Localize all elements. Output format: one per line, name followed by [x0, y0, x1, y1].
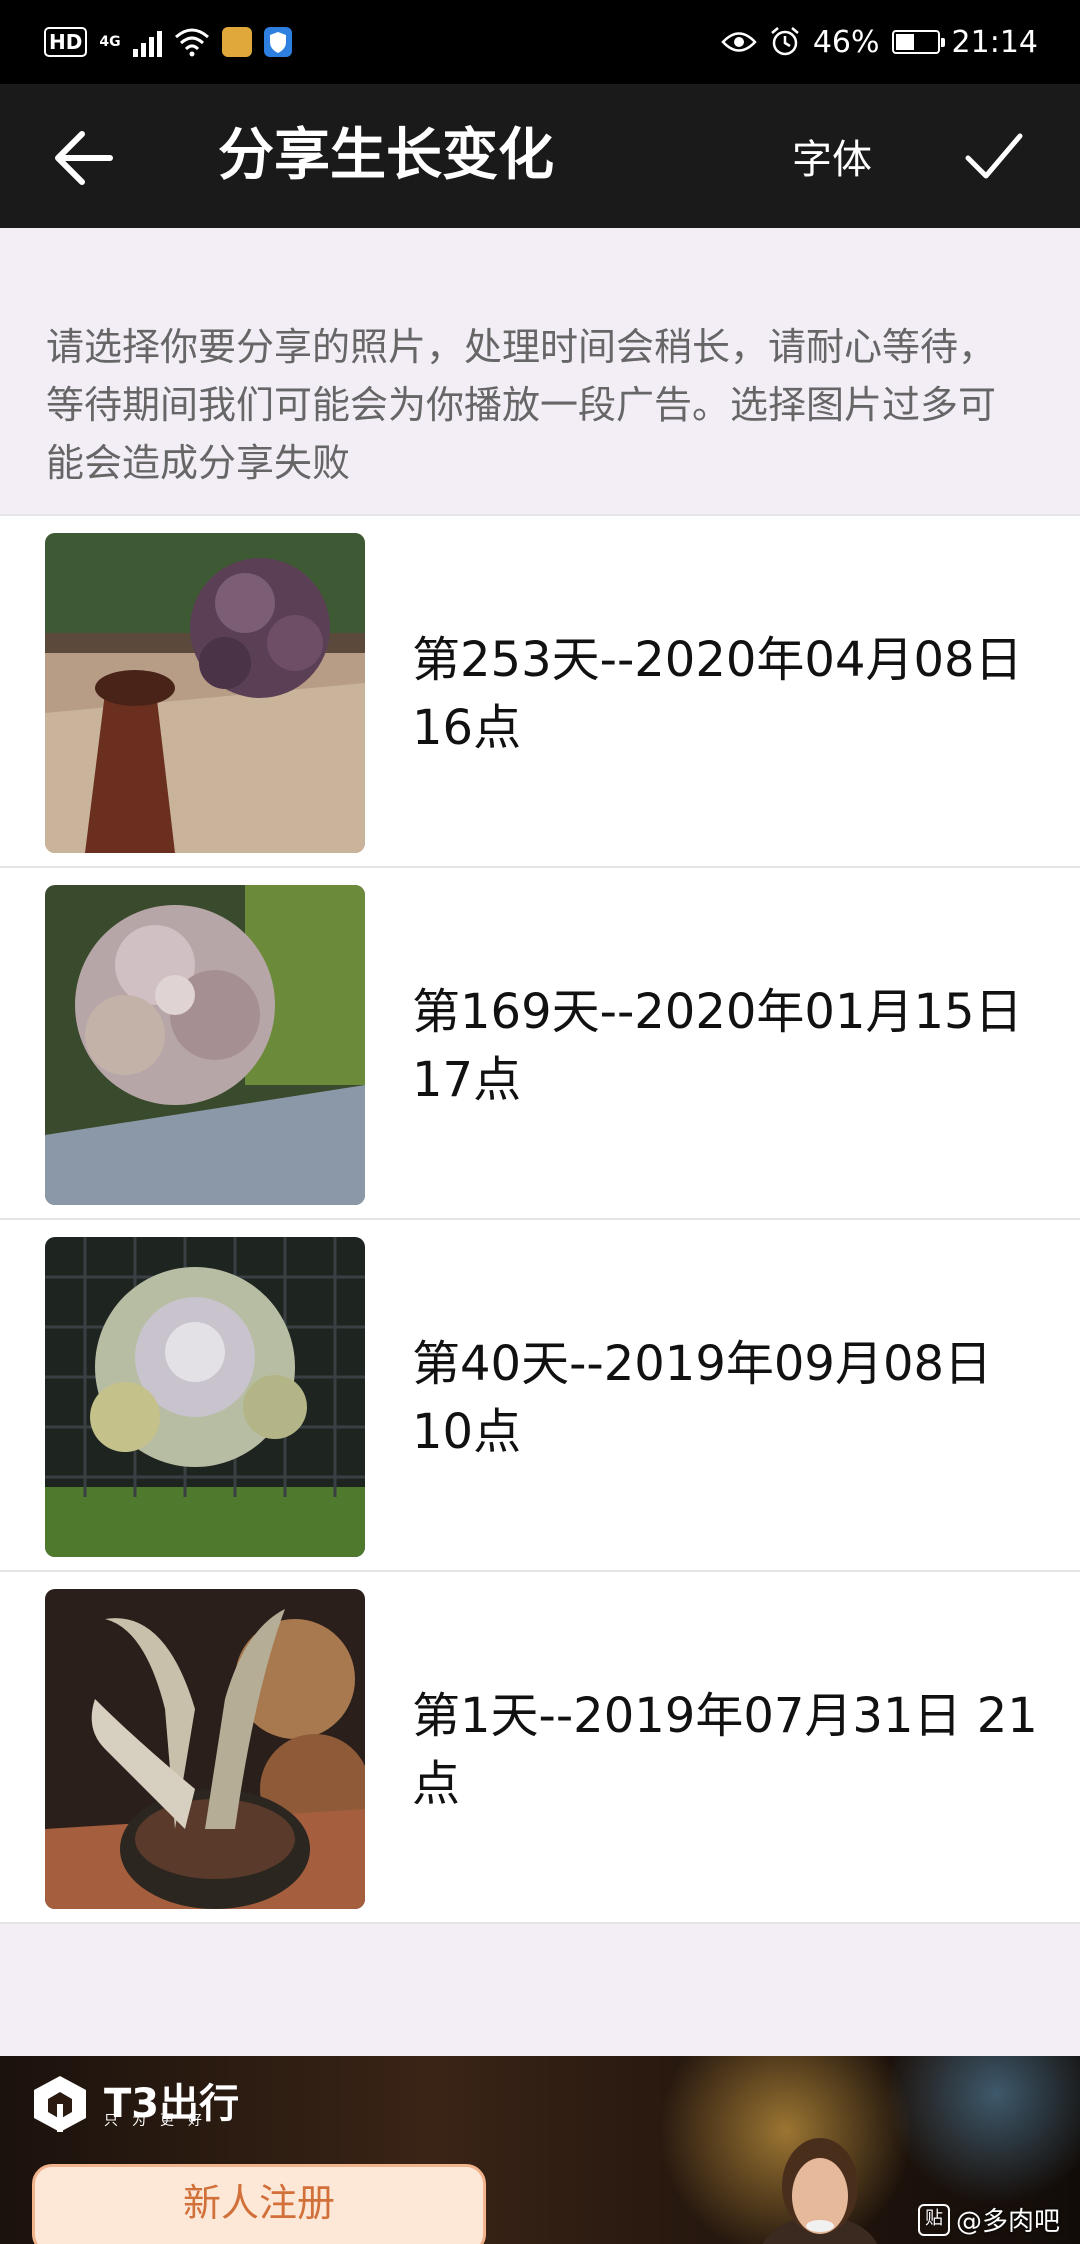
photo-thumbnail[interactable] — [45, 1237, 365, 1557]
photo-caption: 第1天--2019年07月31日 21点 — [412, 1688, 1038, 1812]
watermark: 贴 @多肉吧 — [917, 2201, 1060, 2238]
photo-list-item[interactable]: 第40天--2019年09月08日 10点 — [0, 1220, 1080, 1572]
photo-thumbnail[interactable] — [45, 885, 365, 1205]
back-arrow-icon[interactable] — [52, 128, 116, 188]
photo-caption: 第40天--2019年09月08日 10点 — [412, 1336, 993, 1460]
t3-logo-icon — [34, 2076, 86, 2132]
battery-percent: 46% — [812, 24, 880, 60]
shield-icon — [263, 27, 292, 57]
eye-comfort-icon — [721, 32, 757, 52]
checkmark-icon[interactable] — [964, 128, 1024, 184]
photo-list-item[interactable]: 第169天--2020年01月15日 17点 — [0, 868, 1080, 1220]
photo-thumbnail[interactable] — [45, 1589, 365, 1909]
page-title: 分享生长变化 — [218, 123, 554, 188]
ad-model-image — [762, 2138, 878, 2244]
hd-icon: HD — [44, 27, 88, 57]
status-bar-right: 46% 21:14 — [721, 25, 1038, 60]
photo-thumbnail[interactable] — [45, 533, 365, 853]
new-user-register-button[interactable]: 新人注册 — [32, 2164, 486, 2244]
watermark-text: @多肉吧 — [955, 2207, 1060, 2237]
signal-icon — [132, 27, 162, 57]
app-header: 分享生长变化 字体 — [0, 84, 1080, 228]
tieba-icon: 贴 — [917, 2203, 950, 2236]
photo-list-item[interactable]: 第253天--2020年04月08日 16点 — [0, 516, 1080, 868]
font-button[interactable]: 字体 — [792, 132, 872, 188]
battery-icon — [891, 30, 945, 54]
wifi-icon — [174, 28, 209, 57]
battery-fill — [895, 34, 914, 50]
status-bar-left: HD 4G — [44, 27, 292, 57]
ad-banner[interactable]: T3出行 只为更好 新人注册 贴 @多肉吧 — [0, 2056, 1080, 2244]
network-type-label: 4G — [99, 34, 121, 50]
photo-list: 第253天--2020年04月08日 16点 第169天--2020年01月15… — [0, 514, 1080, 1924]
status-bar: HD 4G 46% 21:14 — [0, 0, 1080, 84]
app-notification-icon — [221, 27, 252, 57]
clock: 21:14 — [951, 24, 1038, 60]
photo-list-item[interactable]: 第1天--2019年07月31日 21点 — [0, 1572, 1080, 1924]
share-notice-text: 请选择你要分享的照片，处理时间会稍长，请耐心等待，等待期间我们可能会为你播放一段… — [46, 325, 997, 485]
photo-caption: 第253天--2020年04月08日 16点 — [412, 632, 1023, 756]
alarm-icon — [771, 27, 799, 56]
ad-slogan: 只为更好 — [104, 2113, 216, 2129]
photo-caption: 第169天--2020年01月15日 17点 — [412, 984, 1023, 1108]
